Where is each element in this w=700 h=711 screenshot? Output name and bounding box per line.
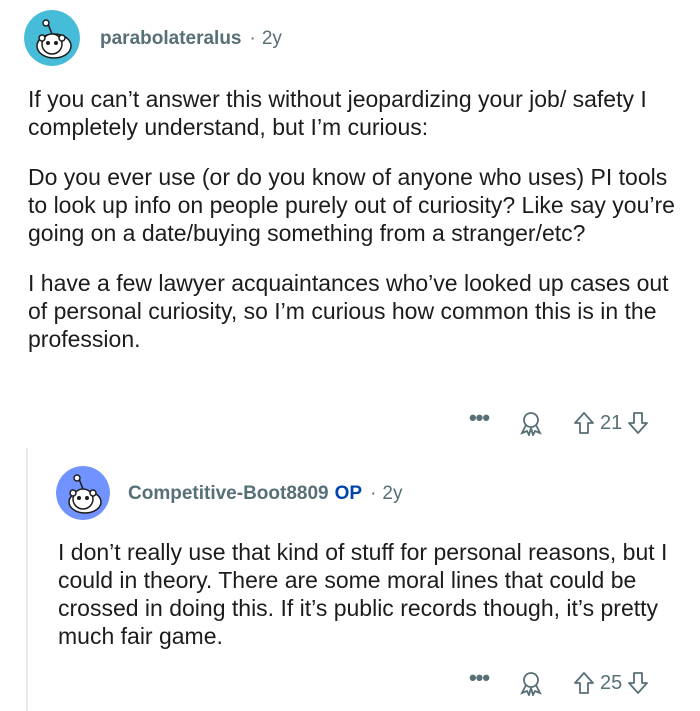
comment-age: 2y: [382, 483, 403, 504]
snoo-avatar-icon[interactable]: [24, 10, 80, 66]
comment-body: If you can’t answer this without jeopard…: [28, 85, 688, 353]
comment-paragraph: I have a few lawyer acquaintances who’ve…: [28, 270, 669, 352]
comment-body: I don’t really use that kind of stuff fo…: [58, 538, 683, 650]
snoo-avatar-icon[interactable]: [56, 466, 110, 520]
username[interactable]: parabolateralus: [100, 28, 242, 49]
downvote-icon[interactable]: [626, 671, 650, 695]
comment-meta: parabolateralus · 2y: [100, 28, 282, 50]
meta-separator: ·: [370, 483, 377, 504]
vote-score: 21: [600, 411, 623, 434]
upvote-icon[interactable]: [572, 411, 596, 435]
comment-age: 2y: [261, 28, 282, 49]
thread-line[interactable]: [26, 448, 28, 711]
comment-actions: ••• 25: [464, 667, 650, 698]
comment-paragraph: I don’t really use that kind of stuff fo…: [58, 539, 668, 649]
vote-score: 25: [600, 671, 623, 694]
comment-meta: Competitive-Boot8809 OP · 2y: [128, 483, 402, 505]
op-badge: OP: [334, 483, 363, 504]
username[interactable]: Competitive-Boot8809: [128, 483, 329, 504]
more-options-icon[interactable]: •••: [464, 407, 494, 433]
upvote-icon[interactable]: [572, 671, 596, 695]
comment-paragraph: If you can’t answer this without jeopard…: [28, 86, 647, 140]
downvote-icon[interactable]: [626, 411, 650, 435]
comment-actions: ••• 21: [464, 407, 650, 438]
meta-separator: ·: [249, 28, 256, 49]
comment-paragraph: Do you ever use (or do you know of anyon…: [28, 164, 675, 246]
more-options-icon[interactable]: •••: [464, 667, 494, 693]
award-icon[interactable]: [516, 670, 546, 696]
award-icon[interactable]: [516, 410, 546, 436]
